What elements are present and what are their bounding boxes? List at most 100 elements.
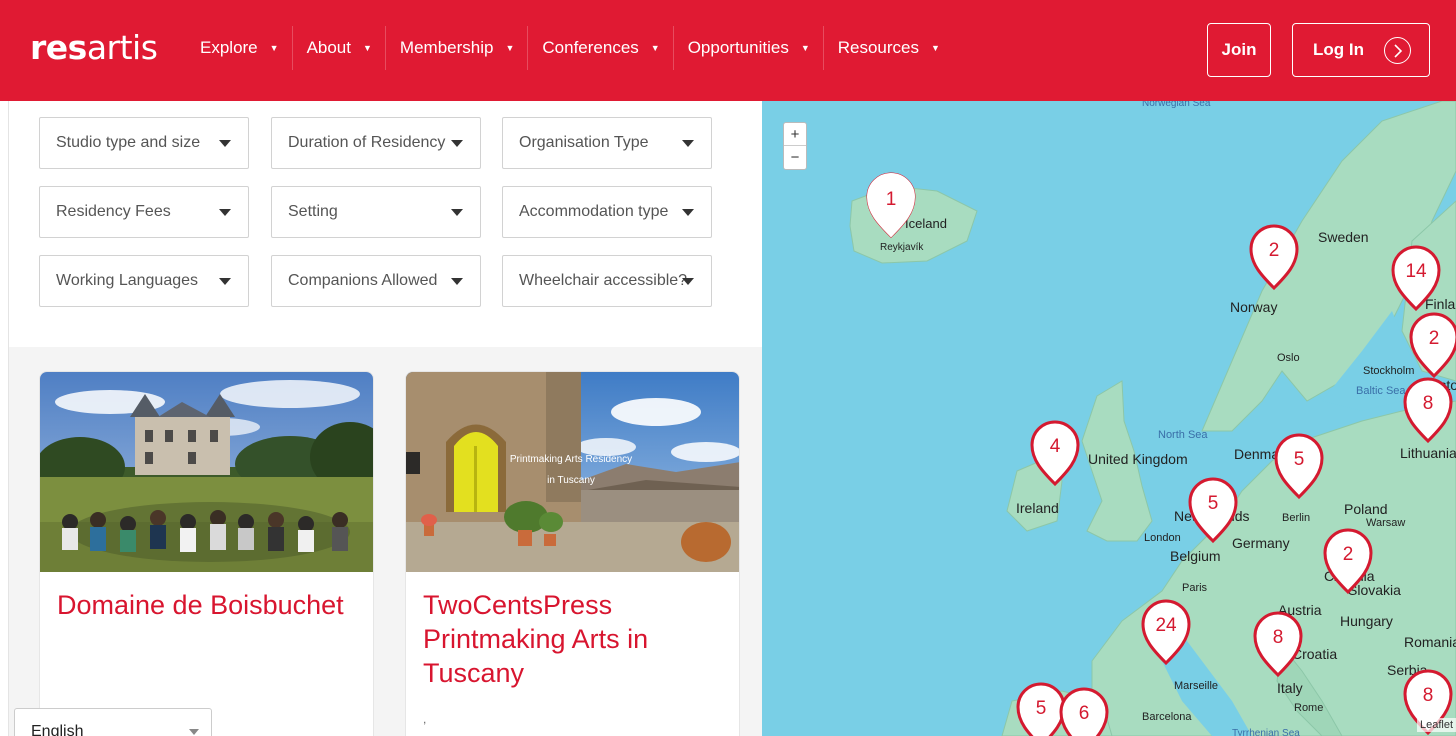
chevron-down-icon: ▼ — [650, 43, 660, 53]
nav-opportunities[interactable]: Opportunities ▼ — [674, 26, 824, 70]
caret-down-icon — [682, 278, 694, 285]
caret-down-icon — [451, 209, 463, 216]
nav-membership-label: Membership — [399, 38, 494, 57]
card-image-chateau — [40, 372, 373, 572]
filter-working-languages[interactable]: Working Languages — [39, 255, 249, 307]
nav-conferences-label: Conferences — [542, 38, 639, 57]
filter-label: Wheelchair accessible? — [519, 272, 688, 289]
marker-count: 2 — [1429, 328, 1440, 349]
map-label: Paris — [1182, 582, 1208, 594]
arrow-right-circle-icon — [1384, 37, 1411, 64]
map-label: North Sea — [1158, 429, 1208, 441]
card-image-tuscany: Printmaking Arts Residency in Tuscany — [406, 372, 739, 572]
chevron-down-icon: ▼ — [363, 43, 372, 53]
filter-label: Duration of Residency — [288, 134, 446, 151]
filter-label: Studio type and size — [56, 134, 201, 151]
chevron-down-icon: ▼ — [931, 43, 940, 53]
marker-count: 2 — [1343, 544, 1354, 565]
residency-map[interactable]: Norwegian Sea Iceland Reykjavík Sweden N… — [762, 101, 1456, 736]
nav-membership[interactable]: Membership ▼ — [386, 26, 529, 70]
marker-count: 4 — [1050, 436, 1061, 457]
caret-down-icon — [219, 140, 231, 147]
nav-resources[interactable]: Resources ▼ — [824, 26, 953, 70]
nav-conferences[interactable]: Conferences ▼ — [528, 26, 674, 70]
chevron-down-icon: ▼ — [800, 43, 810, 53]
map-canvas: Norwegian Sea Iceland Reykjavík Sweden N… — [849, 101, 1456, 736]
resartis-logo[interactable]: resartis — [30, 28, 158, 68]
caret-down-icon — [189, 729, 199, 735]
nav-explore-label: Explore — [200, 38, 258, 57]
marker-count: 8 — [1423, 393, 1434, 414]
residency-card-twocentspress[interactable]: Printmaking Arts Residency in Tuscany Tw… — [405, 371, 740, 736]
logo-text-bold: res — [30, 28, 87, 67]
search-panel: Studio type and size Duration of Residen… — [0, 101, 762, 736]
caret-down-icon — [219, 278, 231, 285]
logo-text-light: artis — [86, 28, 158, 67]
caret-down-icon — [451, 278, 463, 285]
filter-label: Setting — [288, 203, 338, 220]
map-label: Lithuania — [1400, 445, 1456, 461]
nav-about-label: About — [306, 38, 351, 57]
caret-down-icon — [219, 209, 231, 216]
site-header: resartis Explore ▼ About ▼ Membership ▼ Con… — [0, 0, 1456, 101]
filter-setting[interactable]: Setting — [271, 186, 481, 238]
language-select[interactable]: English — [14, 708, 212, 736]
login-label: Log In — [1313, 40, 1364, 59]
login-button[interactable]: Log In — [1292, 23, 1430, 77]
marker-count: 8 — [1423, 685, 1434, 706]
map-label: Germany — [1232, 535, 1290, 551]
card-subtitle: , — [423, 712, 427, 726]
image-caption-line-2: in Tuscany — [547, 475, 595, 486]
marker-count: 5 — [1294, 449, 1305, 470]
filter-label: Companions Allowed — [288, 272, 438, 289]
map-label: Barcelona — [1142, 711, 1192, 723]
nav-explore[interactable]: Explore ▼ — [186, 26, 293, 70]
marker-count: 24 — [1155, 615, 1177, 636]
marker-count: 1 — [886, 189, 897, 210]
map-label: Iceland — [905, 216, 947, 231]
language-selected: English — [31, 723, 84, 736]
map-label: Belgium — [1170, 548, 1221, 564]
residency-card-boisbuchet[interactable]: Domaine de Boisbuchet — [39, 371, 374, 736]
map-marker[interactable]: 6 — [1059, 687, 1109, 736]
map-attribution[interactable]: Leaflet — [1416, 718, 1456, 732]
map-label: Stockholm — [1363, 365, 1414, 377]
filter-companions-allowed[interactable]: Companions Allowed — [271, 255, 481, 307]
marker-count: 8 — [1273, 627, 1284, 648]
filter-label: Accommodation type — [519, 203, 669, 220]
zoom-in-button[interactable]: + — [784, 123, 806, 146]
map-label: United Kingdom — [1088, 451, 1188, 467]
card-title[interactable]: Domaine de Boisbuchet — [57, 588, 357, 622]
map-label: Sweden — [1318, 229, 1369, 245]
filter-wheelchair-accessible[interactable]: Wheelchair accessible? — [502, 255, 712, 307]
filter-duration[interactable]: Duration of Residency — [271, 117, 481, 169]
nav-opportunities-label: Opportunities — [687, 38, 789, 57]
caret-down-icon — [682, 140, 694, 147]
caret-down-icon — [451, 140, 463, 147]
nav-resources-label: Resources — [837, 38, 920, 57]
marker-count: 2 — [1269, 240, 1280, 261]
filter-accommodation-type[interactable]: Accommodation type — [502, 186, 712, 238]
filter-label: Organisation Type — [519, 134, 649, 151]
join-button[interactable]: Join — [1207, 23, 1271, 77]
map-label: Rome — [1294, 702, 1323, 714]
main-nav: Explore ▼ About ▼ Membership ▼ Conferences ▼… — [186, 26, 953, 70]
filter-studio-type[interactable]: Studio type and size — [39, 117, 249, 169]
map-label: Berlin — [1282, 512, 1310, 524]
map-label: Reykjavík — [880, 242, 924, 253]
card-title[interactable]: TwoCentsPress Printmaking Arts in Tuscan… — [423, 588, 723, 690]
filter-label: Working Languages — [56, 272, 199, 289]
nav-about[interactable]: About ▼ — [293, 26, 386, 70]
zoom-out-button[interactable]: − — [784, 146, 806, 169]
map-label: Oslo — [1277, 352, 1300, 364]
map-label: Warsaw — [1366, 517, 1405, 529]
map-label: Italy — [1277, 680, 1303, 696]
chevron-down-icon: ▼ — [505, 43, 515, 53]
map-zoom-control: + − — [783, 122, 807, 170]
filter-residency-fees[interactable]: Residency Fees — [39, 186, 249, 238]
marker-count: 6 — [1079, 703, 1090, 724]
filter-organisation-type[interactable]: Organisation Type — [502, 117, 712, 169]
map-label: Poland — [1344, 501, 1388, 517]
caret-down-icon — [682, 209, 694, 216]
map-marker[interactable]: 5 — [1016, 682, 1066, 736]
